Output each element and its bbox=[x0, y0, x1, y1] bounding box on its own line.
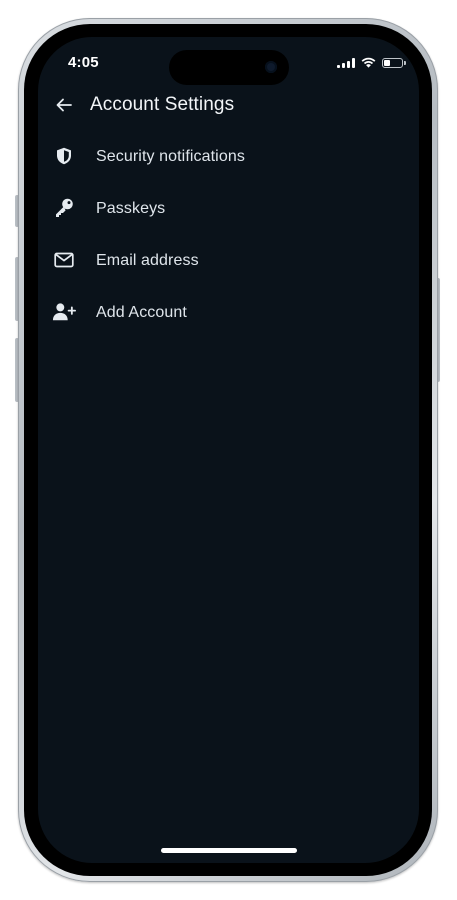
status-time: 4:05 bbox=[68, 54, 99, 71]
status-indicators bbox=[337, 57, 406, 68]
settings-item-label: Security notifications bbox=[96, 148, 245, 165]
settings-item-email-address[interactable]: Email address bbox=[38, 235, 419, 287]
front-camera-icon bbox=[265, 61, 277, 73]
settings-item-add-account[interactable]: Add Account bbox=[38, 287, 419, 339]
settings-item-passkeys[interactable]: Passkeys bbox=[38, 183, 419, 235]
settings-list: Security notifications Passkeys Email ad… bbox=[38, 131, 419, 339]
settings-item-label: Add Account bbox=[96, 304, 187, 321]
battery-fill bbox=[384, 59, 390, 66]
add-user-icon bbox=[52, 300, 76, 324]
settings-item-label: Email address bbox=[96, 252, 199, 269]
dynamic-island bbox=[169, 50, 289, 85]
page-title: Account Settings bbox=[90, 94, 235, 115]
back-button[interactable] bbox=[52, 93, 76, 117]
signal-icon bbox=[337, 57, 355, 68]
arrow-left-icon bbox=[56, 98, 72, 112]
settings-item-security-notifications[interactable]: Security notifications bbox=[38, 131, 419, 183]
key-icon bbox=[52, 196, 76, 220]
battery-icon bbox=[382, 57, 406, 68]
phone-screen: 4:05 Account Settings Security notificat… bbox=[38, 37, 419, 863]
app-header: Account Settings bbox=[38, 89, 419, 121]
shield-icon bbox=[52, 144, 76, 168]
wifi-icon bbox=[361, 57, 376, 68]
home-indicator[interactable] bbox=[161, 848, 297, 853]
mail-icon bbox=[52, 248, 76, 272]
settings-item-label: Passkeys bbox=[96, 200, 166, 217]
